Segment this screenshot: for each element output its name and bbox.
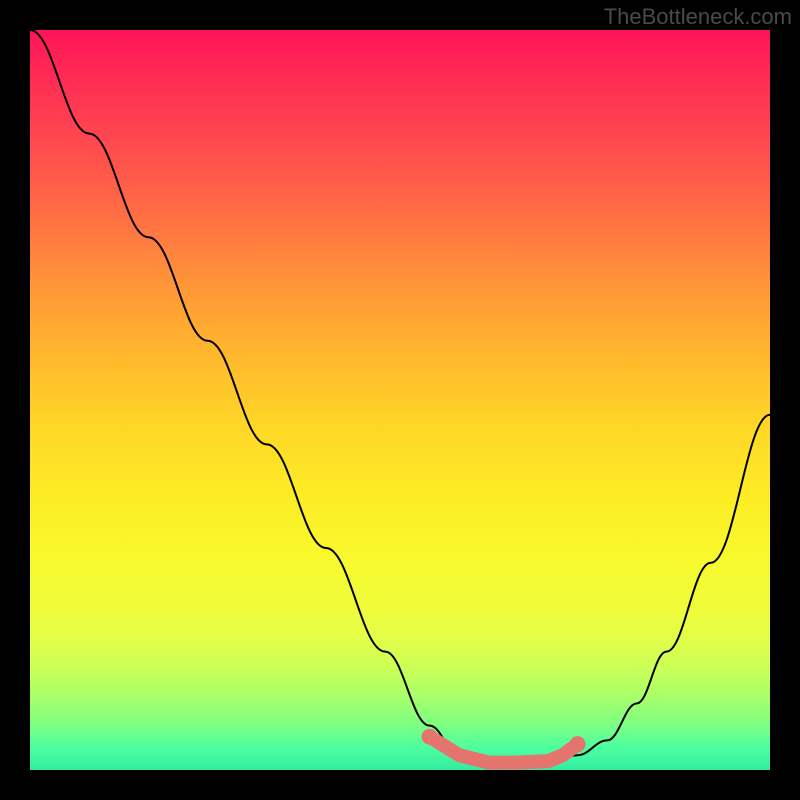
bottleneck-curve-line xyxy=(30,30,770,763)
flat-zone-highlight xyxy=(430,737,578,763)
chart-plot-area xyxy=(30,30,770,770)
flat-zone-endpoint xyxy=(422,729,438,745)
watermark-label: TheBottleneck.com xyxy=(604,4,792,30)
flat-zone-endpoint xyxy=(570,736,586,752)
chart-svg xyxy=(30,30,770,770)
